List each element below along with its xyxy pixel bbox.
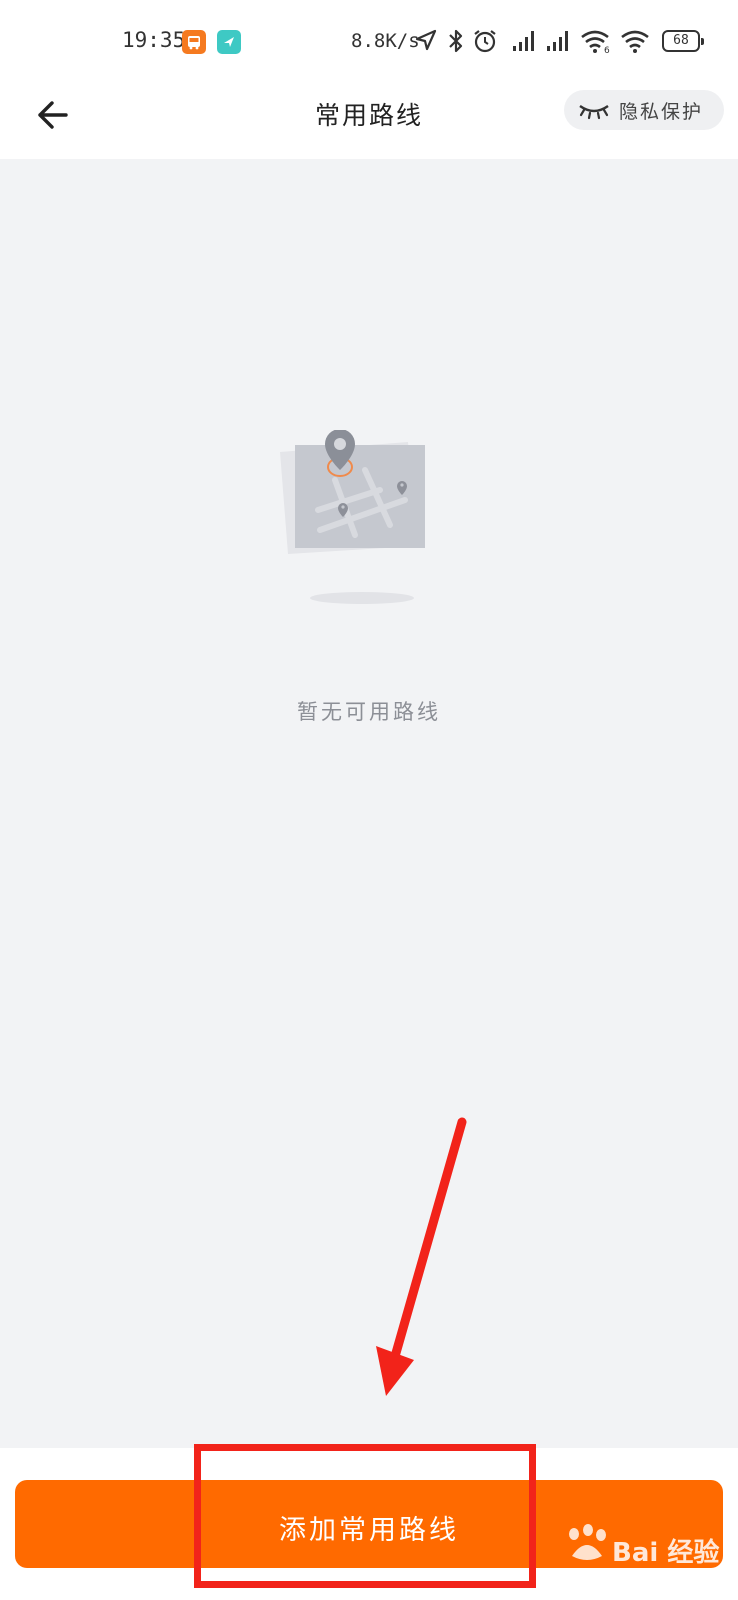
net-speed: 8.8K/s — [351, 30, 420, 52]
baidu-paw-logo — [569, 1524, 606, 1560]
header: 常用路线 隐私保护 — [0, 80, 738, 159]
eye-closed-icon — [579, 105, 609, 120]
signal-icon — [547, 31, 568, 51]
svg-text:6: 6 — [604, 46, 610, 54]
alarm-icon — [474, 30, 496, 53]
bluetooth-icon — [449, 29, 463, 53]
status-bar: 19:35 8.8K/s 6 68 — [0, 0, 738, 80]
watermark-sub: jingyan.baidu.com — [560, 1572, 671, 1586]
bus-app-icon — [182, 30, 206, 54]
watermark-text: Bai 经验 — [612, 1538, 720, 1568]
annotation-highlight-box — [194, 1444, 536, 1588]
wifi-icon — [621, 30, 649, 53]
wifi-icon: 6 — [581, 30, 610, 54]
privacy-label: 隐私保护 — [619, 101, 704, 123]
navigation-app-icon — [217, 30, 241, 54]
status-time: 19:35 — [122, 28, 186, 52]
empty-map-illustration — [280, 430, 425, 604]
empty-state-message: 暂无可用路线 — [297, 700, 441, 724]
location-icon — [415, 29, 437, 51]
signal-icon — [513, 31, 534, 51]
battery-icon: 68 — [662, 30, 704, 52]
annotation-arrow — [376, 1117, 467, 1396]
privacy-protection-button[interactable]: 隐私保护 — [564, 90, 724, 130]
